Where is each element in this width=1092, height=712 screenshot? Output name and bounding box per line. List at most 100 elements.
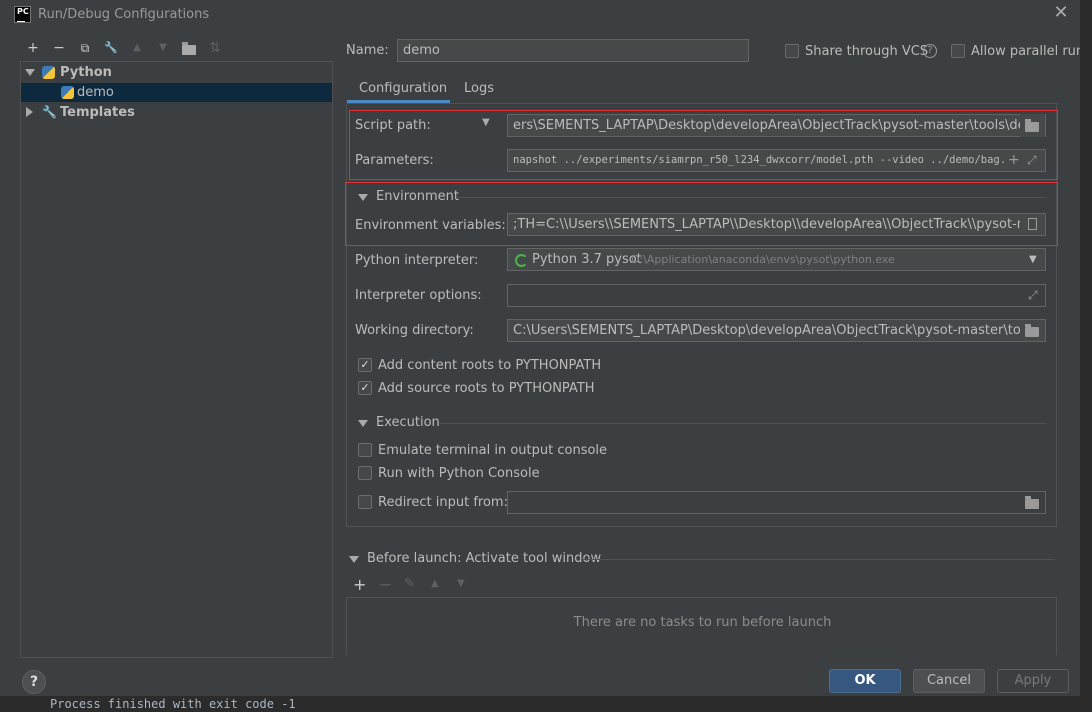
script-path-input[interactable]: ers\SEMENTS_LAPTAP\Desktop\developArea\O… — [507, 114, 1046, 137]
active-tab-indicator — [347, 100, 450, 103]
run-debug-dialog: PC Run/Debug Configurations ✕ + − ⧉ 🔧 ▲ … — [0, 0, 1084, 712]
interpreter-path: D:\Application\anaconda\envs\pysot\pytho… — [631, 253, 895, 266]
add-config-icon[interactable]: + — [25, 40, 41, 56]
script-type-dropdown-icon[interactable]: ▼ — [482, 117, 490, 128]
script-path-value: ers\SEMENTS_LAPTAP\Desktop\developArea\O… — [513, 118, 1046, 133]
allow-parallel-label: Allow parallel run — [971, 44, 1085, 59]
ok-button[interactable]: OK — [829, 669, 901, 693]
help-icon[interactable]: ? — [923, 44, 937, 58]
move-up-icon[interactable]: ▲ — [129, 40, 145, 56]
emulate-terminal-checkbox[interactable] — [358, 443, 372, 457]
content-roots-label: Add content roots to PYTHONPATH — [378, 358, 602, 373]
interp-options-input[interactable] — [507, 284, 1046, 307]
before-launch-list: There are no tasks to run before launch — [346, 597, 1057, 655]
apply-button[interactable]: Apply — [997, 669, 1069, 693]
working-dir-value: C:\Users\SEMENTS_LAPTAP\Desktop\developA… — [513, 323, 1040, 338]
console-text: Process finished with exit code -1 — [50, 697, 296, 711]
collapse-arrow-icon[interactable] — [26, 107, 33, 117]
environment-section-title[interactable]: Environment — [376, 189, 459, 204]
remove-task-icon[interactable]: − — [379, 575, 392, 594]
before-launch-collapse-icon[interactable] — [349, 556, 359, 563]
python-icon — [42, 66, 55, 79]
tab-logs[interactable]: Logs — [464, 81, 494, 96]
edit-defaults-icon[interactable]: 🔧 — [103, 40, 119, 56]
move-down-icon[interactable]: ▼ — [155, 40, 171, 56]
config-tree: Python demo 🔧 Templates — [20, 61, 333, 658]
name-input[interactable]: demo — [397, 39, 749, 62]
expand-icon[interactable]: ⤢ — [1027, 150, 1037, 171]
content-roots-checkbox[interactable]: ✓ — [358, 358, 372, 372]
execution-collapse-icon[interactable] — [358, 420, 368, 427]
folder-icon[interactable] — [1025, 496, 1039, 509]
new-folder-icon[interactable] — [181, 40, 197, 56]
window-title: Run/Debug Configurations — [38, 7, 210, 22]
document-icon — [1028, 218, 1037, 230]
redirect-input-checkbox[interactable] — [358, 495, 372, 509]
browse-button[interactable] — [1020, 320, 1045, 341]
move-task-up-icon[interactable]: ▲ — [431, 578, 439, 589]
wrench-icon: 🔧 — [42, 105, 57, 119]
interpreter-label: Python interpreter: — [355, 253, 479, 268]
parameters-actions: + ⤢ — [1004, 150, 1045, 171]
expand-arrow-icon[interactable] — [25, 69, 35, 76]
interpreter-status-icon — [515, 254, 528, 267]
share-vcs-checkbox[interactable] — [785, 44, 799, 58]
tree-item-demo[interactable]: demo — [21, 83, 332, 102]
interp-options-label: Interpreter options: — [355, 288, 482, 303]
background-console: Process finished with exit code -1 — [0, 696, 1080, 712]
remove-config-icon[interactable]: − — [51, 40, 67, 56]
move-task-down-icon[interactable]: ▼ — [457, 578, 465, 589]
tree-item-python[interactable]: Python — [21, 63, 332, 82]
insert-macro-icon[interactable]: + — [1008, 150, 1020, 171]
folder-icon — [1025, 119, 1039, 132]
section-divider — [440, 423, 1046, 424]
add-task-icon[interactable]: + — [353, 575, 366, 594]
cancel-button[interactable]: Cancel — [913, 669, 985, 693]
help-button[interactable]: ? — [22, 670, 46, 694]
working-dir-input[interactable]: C:\Users\SEMENTS_LAPTAP\Desktop\developA… — [507, 319, 1046, 342]
python-console-checkbox[interactable] — [358, 466, 372, 480]
folder-icon — [1025, 324, 1039, 337]
browse-button[interactable] — [1020, 114, 1045, 137]
tree-item-label: Templates — [60, 105, 135, 120]
before-launch-title[interactable]: Before launch: Activate tool window — [367, 551, 601, 566]
emulate-terminal-label: Emulate terminal in output console — [378, 443, 608, 458]
title-bar: PC Run/Debug Configurations ✕ — [0, 0, 1080, 30]
share-vcs-label: Share through VCS — [805, 44, 929, 59]
edit-task-icon[interactable]: ✎ — [404, 576, 415, 591]
chevron-down-icon[interactable]: ▼ — [1029, 249, 1037, 270]
python-console-label: Run with Python Console — [378, 466, 540, 481]
tree-item-label: Python — [60, 65, 112, 80]
python-file-icon — [61, 86, 74, 99]
source-roots-checkbox[interactable]: ✓ — [358, 381, 372, 395]
tree-item-label: demo — [77, 85, 114, 100]
tree-item-templates[interactable]: 🔧 Templates — [21, 103, 332, 122]
allow-parallel-checkbox[interactable] — [951, 44, 965, 58]
expand-icon[interactable]: ⤢ — [1028, 285, 1038, 306]
section-divider — [581, 559, 1055, 560]
close-icon[interactable]: ✕ — [1053, 4, 1069, 22]
parameters-input[interactable]: napshot ../experiments/siamrpn_r50_l234_… — [507, 149, 1046, 172]
redirect-input-label: Redirect input from: — [378, 495, 508, 510]
script-path-label: Script path: — [355, 118, 431, 133]
working-dir-label: Working directory: — [355, 323, 474, 338]
name-label: Name: — [346, 43, 389, 58]
environment-collapse-icon[interactable] — [358, 194, 368, 201]
interpreter-name: Python 3.7 pysot — [532, 252, 642, 267]
pycharm-logo-icon: PC — [14, 6, 31, 23]
empty-tasks-text: There are no tasks to run before launch — [573, 615, 832, 630]
env-vars-input[interactable]: ;TH=C:\\Users\\SEMENTS_LAPTAP\\Desktop\\… — [507, 213, 1046, 236]
section-divider — [456, 197, 1046, 198]
redirect-input-field[interactable] — [507, 491, 1046, 514]
interpreter-select[interactable]: Python 3.7 pysot D:\Application\anaconda… — [507, 248, 1046, 271]
sort-icon[interactable]: ⇅ — [207, 40, 223, 56]
env-vars-value: ;TH=C:\\Users\\SEMENTS_LAPTAP\\Desktop\\… — [513, 217, 1046, 232]
tab-configuration[interactable]: Configuration — [359, 81, 447, 96]
execution-section-title[interactable]: Execution — [376, 415, 440, 430]
parameters-label: Parameters: — [355, 153, 434, 168]
parameters-value: napshot ../experiments/siamrpn_r50_l234_… — [513, 154, 1026, 166]
background-editor — [1080, 0, 1092, 712]
source-roots-label: Add source roots to PYTHONPATH — [378, 381, 595, 396]
copy-config-icon[interactable]: ⧉ — [77, 40, 93, 56]
env-vars-edit-button[interactable] — [1020, 214, 1045, 235]
